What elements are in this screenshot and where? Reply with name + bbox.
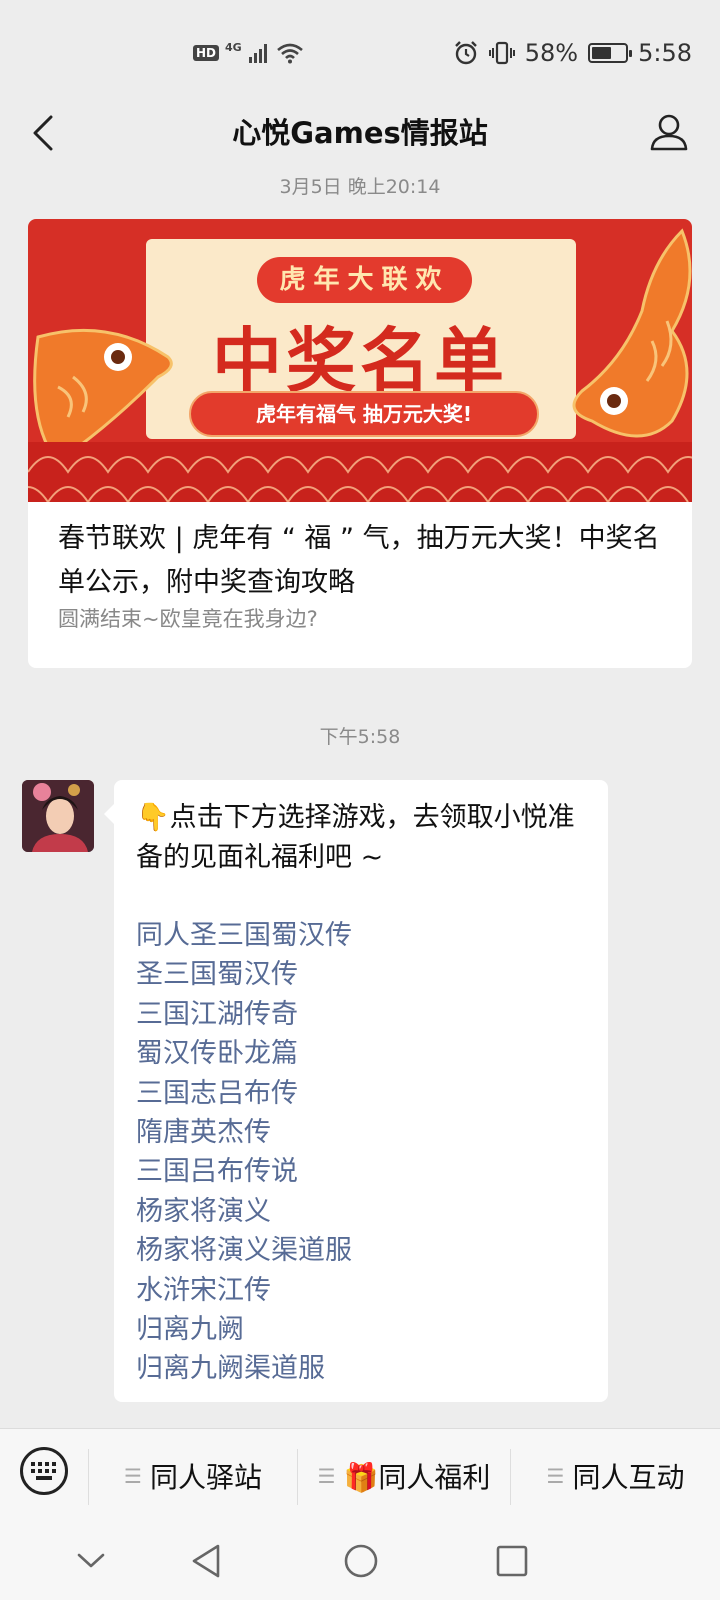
article-card[interactable]: 虎年大联欢 中奖名单 虎年有福气 抽万元大奖! 春节联欢 | 虎年有 “ 福 ”… (28, 219, 692, 668)
banner-event-pill: 虎年大联欢 (257, 257, 472, 303)
status-right: 58% 5:58 (453, 36, 692, 70)
menu-item-interaction[interactable]: ☰ 同人互动 (511, 1429, 720, 1523)
menu-item-welfare[interactable]: ☰ 🎁同人福利 (298, 1429, 510, 1523)
game-link[interactable]: 水浒宋江传 (136, 1271, 586, 1310)
game-link[interactable]: 杨家将演义渠道服 (136, 1231, 586, 1270)
game-link[interactable]: 隋唐英杰传 (136, 1113, 586, 1152)
vibrate-icon (488, 41, 515, 65)
timestamp: 3月5日 晚上20:14 (279, 176, 441, 198)
game-link[interactable]: 三国江湖传奇 (136, 995, 586, 1034)
game-link[interactable]: 三国吕布传说 (136, 1152, 586, 1191)
message-bubble: 👇点击下方选择游戏，去领取小悦准备的见面礼福利吧 ~ 同人圣三国蜀汉传 圣三国蜀… (104, 780, 608, 1402)
battery-icon (588, 43, 633, 63)
hide-nav-button[interactable] (66, 1538, 116, 1584)
game-link-list: 同人圣三国蜀汉传 圣三国蜀汉传 三国江湖传奇 蜀汉传卧龙篇 三国志吕布传 隋唐英… (136, 916, 586, 1389)
status-bar: HD 4G 58% 5:58 (0, 0, 720, 100)
triangle-back-icon (192, 1544, 220, 1578)
game-link[interactable]: 归离九阙 (136, 1310, 586, 1349)
person-icon (650, 114, 688, 151)
game-link[interactable]: 三国志吕布传 (136, 1074, 586, 1113)
circle-home-icon (344, 1544, 378, 1578)
menu-lines-icon: ☰ (317, 1464, 336, 1488)
menu-item-label: 🎁同人福利 (343, 1461, 491, 1494)
game-link[interactable]: 圣三国蜀汉传 (136, 955, 586, 994)
signal-icon (248, 44, 267, 63)
article-title: 春节联欢 | 虎年有 “ 福 ” 气，抽万元大奖！中奖名单公示，附中奖查询攻略 (58, 523, 660, 598)
clock: 5:58 (638, 39, 692, 67)
avatar-portrait-icon (22, 780, 94, 852)
menu-item-label: 同人驿站 (149, 1461, 262, 1494)
avatar[interactable] (22, 780, 94, 852)
home-nav-button[interactable] (336, 1538, 386, 1584)
hd-badge: HD (193, 45, 220, 61)
menu-lines-icon: ☰ (546, 1464, 565, 1488)
battery-percent: 58% (524, 39, 579, 67)
article-subtitle: 圆满结束~欧皇竟在我身边? (58, 607, 318, 631)
keyboard-icon (31, 1462, 56, 1480)
system-nav-bar (0, 1522, 720, 1600)
network-type: 4G (225, 40, 242, 54)
article-banner: 虎年大联欢 中奖名单 虎年有福气 抽万元大奖! (28, 219, 692, 502)
menu-item-station[interactable]: ☰ 同人驿站 (89, 1429, 297, 1523)
menu-lines-icon: ☰ (124, 1464, 142, 1488)
banner-slogan-pill: 虎年有福气 抽万元大奖! (189, 391, 539, 437)
game-link[interactable]: 同人圣三国蜀汉传 (136, 916, 586, 955)
message-intro: 👇点击下方选择游戏，去领取小悦准备的见面礼福利吧 ~ (136, 802, 575, 873)
game-link[interactable]: 杨家将演义 (136, 1192, 586, 1231)
game-link[interactable]: 归离九阙渠道服 (136, 1349, 586, 1388)
timestamp: 下午5:58 (319, 726, 401, 748)
page-title: 心悦Games情报站 (232, 116, 488, 150)
square-recents-icon (496, 1545, 528, 1577)
recents-nav-button[interactable] (487, 1538, 537, 1584)
status-left: HD 4G (193, 38, 304, 68)
alarm-icon (454, 41, 477, 65)
chevron-down-icon (77, 1553, 105, 1568)
nav-bar: 心悦Games情报站 (0, 100, 720, 170)
wifi-icon (276, 43, 303, 64)
back-nav-button[interactable] (181, 1538, 231, 1584)
menu-item-label: 同人互动 (572, 1461, 685, 1494)
profile-button[interactable] (644, 106, 694, 158)
game-link[interactable]: 蜀汉传卧龙篇 (136, 1034, 586, 1073)
wave-pattern (28, 442, 692, 502)
bottom-menu-bar: ☰ 同人驿站 ☰ 🎁同人福利 ☰ 同人互动 (0, 1428, 720, 1522)
keyboard-toggle-button[interactable] (20, 1447, 68, 1495)
